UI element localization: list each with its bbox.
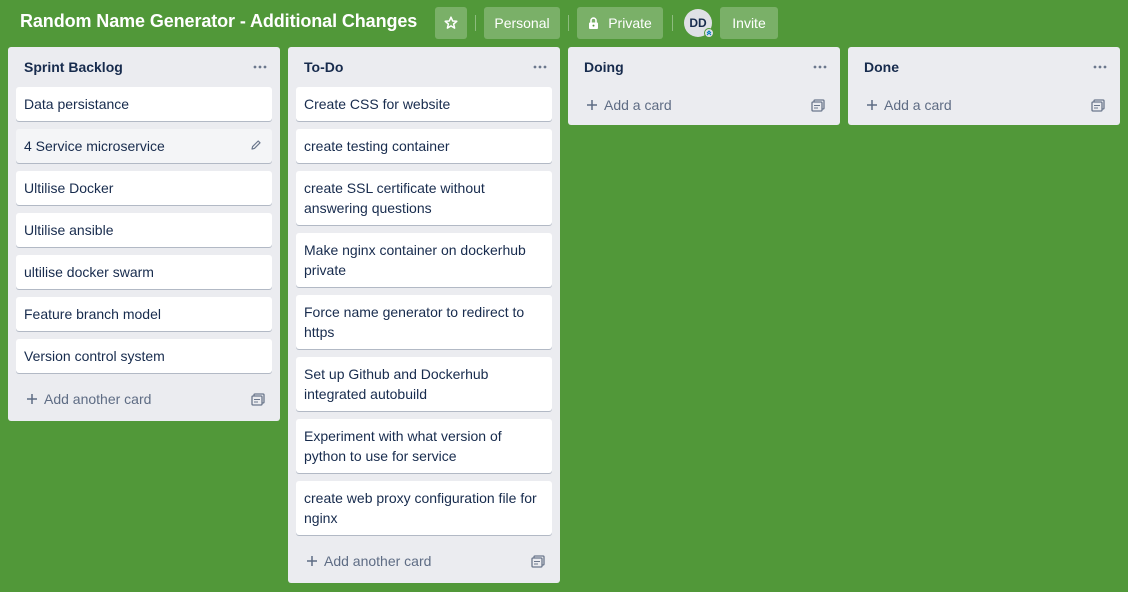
- admin-badge-icon: [704, 28, 714, 38]
- card-composer: Add a card: [848, 87, 1120, 125]
- invite-label: Invite: [732, 15, 766, 31]
- more-icon: [1093, 65, 1107, 69]
- card[interactable]: Feature branch model: [16, 297, 272, 331]
- more-icon: [253, 65, 267, 69]
- list-header: Done: [848, 47, 1120, 87]
- star-icon: [444, 16, 458, 30]
- privacy-button[interactable]: Private: [577, 7, 663, 39]
- add-card-label: Add another card: [44, 391, 152, 407]
- add-card-button[interactable]: Add a card: [856, 91, 952, 119]
- header-divider: [475, 15, 476, 31]
- card[interactable]: create SSL certificate without answering…: [296, 171, 552, 225]
- card[interactable]: Experiment with what version of python t…: [296, 419, 552, 473]
- add-card-label: Add a card: [884, 97, 952, 113]
- member-avatar[interactable]: DD: [684, 9, 714, 38]
- card-composer: Add a card: [568, 87, 840, 125]
- card[interactable]: create web proxy configuration file for …: [296, 481, 552, 535]
- add-card-label: Add a card: [604, 97, 672, 113]
- personal-label: Personal: [494, 15, 550, 31]
- card-title: 4 Service microservice: [24, 138, 165, 154]
- card[interactable]: Set up Github and Dockerhub integrated a…: [296, 357, 552, 411]
- card[interactable]: Create CSS for website: [296, 87, 552, 121]
- add-card-button[interactable]: Add another card: [296, 547, 431, 575]
- board-header: Random Name Generator - Additional Chang…: [0, 0, 1128, 46]
- list-title[interactable]: To-Do: [304, 59, 343, 75]
- header-divider: [672, 15, 673, 31]
- list-done: Done Add a card: [848, 47, 1120, 125]
- star-button[interactable]: [435, 7, 467, 39]
- list-to-do: To-Do Create CSS for website create test…: [288, 47, 560, 583]
- board-title[interactable]: Random Name Generator - Additional Chang…: [20, 11, 417, 32]
- card[interactable]: Version control system: [16, 339, 272, 373]
- plus-icon: [306, 555, 318, 567]
- avatar-initials: DD: [689, 16, 707, 30]
- card[interactable]: Make nginx container on dockerhub privat…: [296, 233, 552, 287]
- card[interactable]: ultilise docker swarm: [16, 255, 272, 289]
- card-template-icon[interactable]: [810, 97, 826, 113]
- list-doing: Doing Add a card: [568, 47, 840, 125]
- more-icon: [813, 65, 827, 69]
- list-sprint-backlog: Sprint Backlog Data persistance 4 Servic…: [8, 47, 280, 421]
- add-card-button[interactable]: Add another card: [16, 385, 151, 413]
- list-menu-button[interactable]: [528, 55, 552, 79]
- private-label: Private: [608, 15, 652, 31]
- list-menu-button[interactable]: [248, 55, 272, 79]
- list-header: To-Do: [288, 47, 560, 87]
- card-list: Create CSS for website create testing co…: [288, 87, 560, 535]
- card-template-icon[interactable]: [1090, 97, 1106, 113]
- list-header: Sprint Backlog: [8, 47, 280, 87]
- invite-button[interactable]: Invite: [720, 7, 778, 39]
- list-menu-button[interactable]: [1088, 55, 1112, 79]
- card[interactable]: Ultilise Docker: [16, 171, 272, 205]
- list-title[interactable]: Done: [864, 59, 899, 75]
- card[interactable]: 4 Service microservice: [16, 129, 272, 163]
- card-template-icon[interactable]: [530, 553, 546, 569]
- card[interactable]: Data persistance: [16, 87, 272, 121]
- card[interactable]: Force name generator to redirect to http…: [296, 295, 552, 349]
- card[interactable]: create testing container: [296, 129, 552, 163]
- card-template-icon[interactable]: [250, 391, 266, 407]
- add-card-label: Add another card: [324, 553, 432, 569]
- card-composer: Add another card: [8, 381, 280, 421]
- list-menu-button[interactable]: [808, 55, 832, 79]
- header-divider: [568, 15, 569, 31]
- team-visibility-button[interactable]: Personal: [484, 7, 560, 39]
- pencil-icon[interactable]: [248, 137, 264, 153]
- add-card-button[interactable]: Add a card: [576, 91, 672, 119]
- list-header: Doing: [568, 47, 840, 87]
- card[interactable]: Ultilise ansible: [16, 213, 272, 247]
- lock-icon: [588, 16, 599, 30]
- list-title[interactable]: Doing: [584, 59, 624, 75]
- plus-icon: [866, 99, 878, 111]
- card-list: Data persistance 4 Service microservice …: [8, 87, 280, 373]
- plus-icon: [26, 393, 38, 405]
- plus-icon: [586, 99, 598, 111]
- more-icon: [533, 65, 547, 69]
- list-title[interactable]: Sprint Backlog: [24, 59, 123, 75]
- card-composer: Add another card: [288, 543, 560, 583]
